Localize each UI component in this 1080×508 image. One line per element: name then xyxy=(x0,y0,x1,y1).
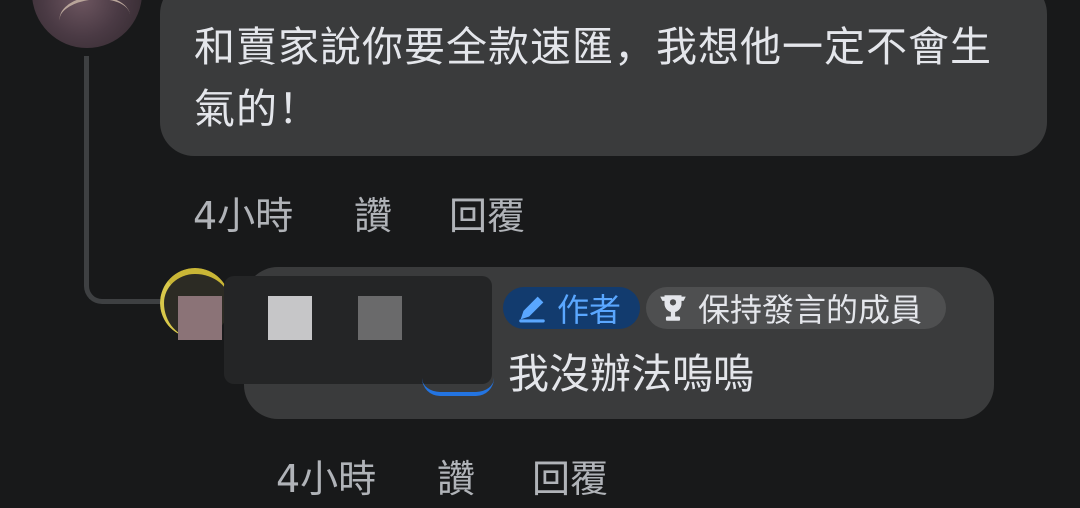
redaction-block xyxy=(358,296,402,340)
avatar[interactable] xyxy=(32,0,142,48)
redaction-block xyxy=(268,296,312,340)
reply-time[interactable]: 4小時 xyxy=(276,448,376,503)
avatar-artwork xyxy=(56,0,134,46)
comment-bubble: 和賣家說你要全款速匯，我想他一定不會生氣的！ xyxy=(160,0,1047,156)
like-button[interactable]: 讚 xyxy=(437,448,475,503)
like-button[interactable]: 讚 xyxy=(354,185,392,240)
author-badge-label: 作者 xyxy=(557,291,622,329)
trophy-icon xyxy=(656,291,690,325)
reply-button[interactable]: 回覆 xyxy=(532,448,608,503)
reply-text: 我沒辦法嗚嗚 xyxy=(508,350,754,398)
author-badge[interactable]: 作者 xyxy=(503,287,640,329)
member-badge[interactable]: 保持發言的成員 xyxy=(646,287,946,329)
thread-connector-line xyxy=(84,56,161,304)
comment-time[interactable]: 4小時 xyxy=(193,185,293,240)
member-badge-label: 保持發言的成員 xyxy=(698,291,923,329)
reply-button[interactable]: 回覆 xyxy=(449,185,525,240)
redaction-block xyxy=(178,296,222,340)
comment-text: 和賣家說你要全款速匯，我想他一定不會生氣的！ xyxy=(194,23,992,133)
redaction-edge xyxy=(422,378,494,396)
pencil-icon xyxy=(515,291,549,325)
redacted-name xyxy=(178,276,494,396)
